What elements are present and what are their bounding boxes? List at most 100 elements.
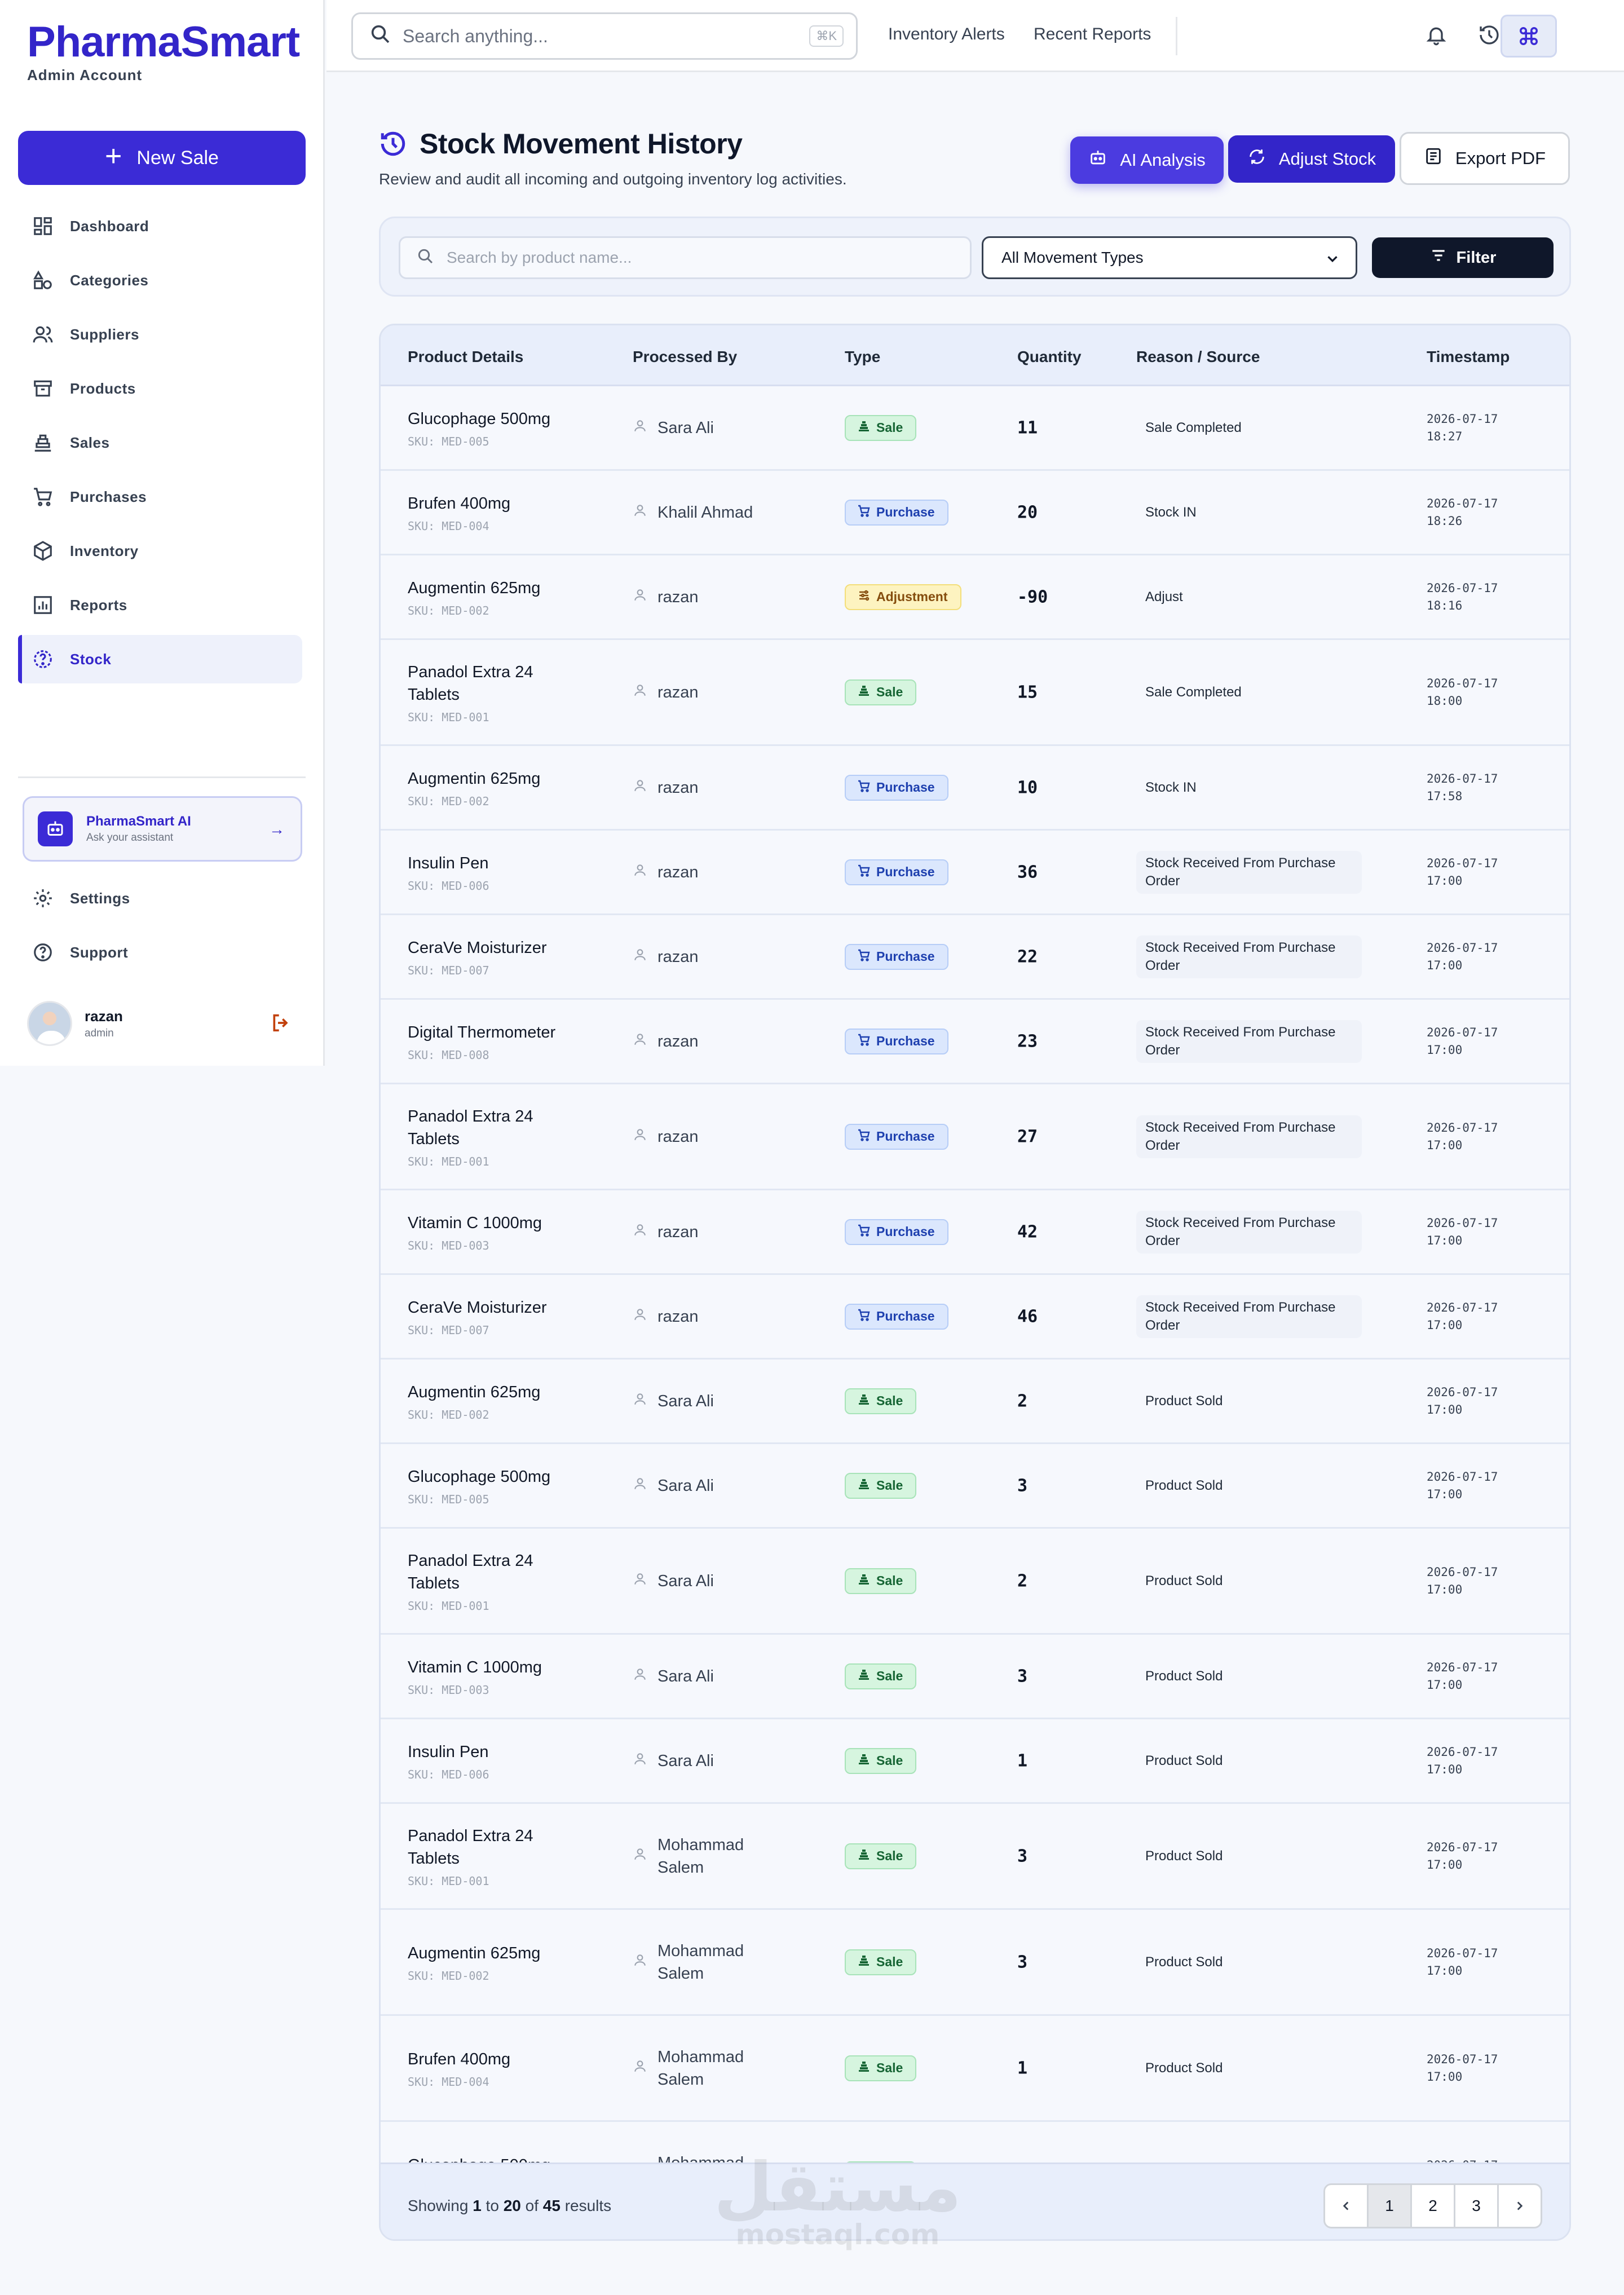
sidebar-item-sales[interactable]: Sales xyxy=(18,418,302,467)
user-icon xyxy=(633,1665,647,1688)
table-row[interactable]: Vitamin C 1000mg SKU: MED-003 razan Purc… xyxy=(381,1190,1569,1275)
table-row[interactable]: CeraVe Moisturizer SKU: MED-007 razan Pu… xyxy=(381,1275,1569,1360)
product-sku: SKU: MED-004 xyxy=(408,519,489,533)
assistant-card[interactable]: PharmaSmart AI Ask your assistant → xyxy=(23,796,302,862)
column-header-processed-by[interactable]: Processed By xyxy=(633,348,737,366)
sidebar-item-categories[interactable]: Categories xyxy=(18,256,302,304)
table-row[interactable]: Panadol Extra 24 Tablets SKU: MED-001 Sa… xyxy=(381,1529,1569,1635)
new-sale-button[interactable]: + New Sale xyxy=(18,131,306,185)
table-row[interactable]: Brufen 400mg SKU: MED-004 Mohammad Salem… xyxy=(381,2016,1569,2122)
processed-by-cell: razan xyxy=(633,776,779,799)
sidebar-item-purchases[interactable]: Purchases xyxy=(18,473,302,521)
table-row[interactable]: Glucophage 500mg SKU: MED-005 Sara Ali S… xyxy=(381,1444,1569,1529)
export-pdf-button[interactable]: Export PDF xyxy=(1400,132,1570,185)
timestamp-cell: 2026-07-17 18:16 xyxy=(1427,580,1498,615)
column-header-reason[interactable]: Reason / Source xyxy=(1136,348,1260,366)
brand-title[interactable]: PharmaSmart xyxy=(27,18,300,67)
table-row[interactable]: Panadol Extra 24 Tablets SKU: MED-001 Mo… xyxy=(381,1804,1569,1910)
table-row[interactable]: Insulin Pen SKU: MED-006 razan Purchase … xyxy=(381,831,1569,915)
timestamp-cell: 2026-07-17 18:26 xyxy=(1427,495,1498,530)
sidebar-item-inventory[interactable]: Inventory xyxy=(18,527,302,575)
sidebar-item-suppliers[interactable]: Suppliers xyxy=(18,310,302,359)
recent-reports-link[interactable]: Recent Reports xyxy=(1034,25,1151,44)
timestamp-date: 2026-07-17 xyxy=(1427,1469,1498,1484)
product-sku: SKU: MED-005 xyxy=(408,1492,489,1506)
history-icon[interactable] xyxy=(1475,20,1504,50)
inventory-alerts-link[interactable]: Inventory Alerts xyxy=(888,25,1005,44)
reports-icon xyxy=(32,594,54,616)
command-icon[interactable] xyxy=(1501,15,1557,58)
table-row[interactable]: Augmentin 625mg SKU: MED-002 razan Purch… xyxy=(381,746,1569,831)
table-row[interactable]: Insulin Pen SKU: MED-006 Sara Ali Sale 1… xyxy=(381,1719,1569,1804)
pdf-icon xyxy=(1424,147,1443,170)
table-row[interactable]: Panadol Extra 24 Tablets SKU: MED-001 ra… xyxy=(381,1084,1569,1190)
table-row[interactable]: Panadol Extra 24 Tablets SKU: MED-001 ra… xyxy=(381,640,1569,746)
user-profile[interactable]: razan admin xyxy=(27,999,292,1048)
product-cell: Panadol Extra 24 Tablets SKU: MED-001 xyxy=(408,1105,577,1168)
page-button-1[interactable]: 1 xyxy=(1367,2183,1412,2228)
table-row[interactable]: Augmentin 625mg SKU: MED-002 Mohammad Sa… xyxy=(381,1910,1569,2016)
processed-by-name: razan xyxy=(657,588,699,606)
processed-by-cell: razan xyxy=(633,946,779,968)
sidebar-item-dashboard[interactable]: Dashboard xyxy=(18,202,302,250)
reason-text: Stock Received From Purchase Order xyxy=(1136,1019,1362,1063)
timestamp-date: 2026-07-17 xyxy=(1427,856,1498,870)
movement-type-select[interactable]: All Movement Types xyxy=(982,236,1357,279)
next-page-button[interactable] xyxy=(1497,2183,1542,2228)
reason-text: Stock Received From Purchase Order xyxy=(1136,1295,1362,1338)
column-header-quantity[interactable]: Quantity xyxy=(1017,348,1082,366)
purchase-icon xyxy=(857,1308,871,1325)
table-row[interactable]: Brufen 400mg SKU: MED-004 Khalil Ahmad P… xyxy=(381,471,1569,555)
sidebar-item-reports[interactable]: Reports xyxy=(18,581,302,629)
column-header-timestamp[interactable]: Timestamp xyxy=(1427,348,1510,366)
table-row[interactable]: Vitamin C 1000mg SKU: MED-003 Sara Ali S… xyxy=(381,1635,1569,1719)
product-cell: Insulin Pen SKU: MED-006 xyxy=(408,1741,577,1781)
timestamp-date: 2026-07-17 xyxy=(1427,1385,1498,1399)
sidebar-item-products[interactable]: Products xyxy=(18,364,302,413)
type-label: Purchase xyxy=(876,1309,935,1323)
user-icon xyxy=(633,1221,647,1243)
bell-icon[interactable] xyxy=(1422,20,1451,50)
topbar-divider xyxy=(1176,17,1177,55)
chevron-right-icon xyxy=(1517,2201,1523,2210)
timestamp-time: 18:00 xyxy=(1427,694,1463,708)
type-label: Sale xyxy=(876,1573,903,1588)
sidebar-item-support[interactable]: Support xyxy=(18,928,302,977)
sidebar-item-label: Support xyxy=(70,943,129,961)
filter-button[interactable]: Filter xyxy=(1372,237,1554,278)
user-icon xyxy=(633,1030,647,1053)
timestamp-date: 2026-07-17 xyxy=(1427,1946,1498,1960)
shortcut-hint: ⌘K xyxy=(809,25,844,47)
quantity-value: 3 xyxy=(1017,1666,1028,1686)
product-name: Panadol Extra 24 Tablets xyxy=(408,1551,533,1592)
sidebar-item-stock[interactable]: Stock xyxy=(18,635,302,683)
ai-analysis-button[interactable]: AI Analysis xyxy=(1070,136,1224,184)
global-search-input[interactable]: Search anything... ⌘K xyxy=(351,12,858,60)
logout-icon[interactable] xyxy=(270,1012,292,1037)
column-header-product[interactable]: Product Details xyxy=(408,348,523,366)
search-icon xyxy=(369,23,391,50)
adjust-stock-button[interactable]: Adjust Stock xyxy=(1228,135,1395,183)
type-cell: Purchase xyxy=(845,1028,948,1054)
table-row[interactable]: CeraVe Moisturizer SKU: MED-007 razan Pu… xyxy=(381,915,1569,1000)
table-row[interactable]: Augmentin 625mg SKU: MED-002 Sara Ali Sa… xyxy=(381,1360,1569,1444)
product-search-input[interactable]: Search by product name... xyxy=(399,236,972,279)
product-cell: Augmentin 625mg SKU: MED-002 xyxy=(408,1942,577,1983)
page-button-3[interactable]: 3 xyxy=(1454,2183,1499,2228)
processed-by-cell: razan xyxy=(633,1305,779,1328)
type-label: Purchase xyxy=(876,780,935,795)
adjustment-icon xyxy=(857,589,871,606)
sidebar-item-settings[interactable]: Settings xyxy=(18,874,302,923)
type-badge-sale: Sale xyxy=(845,1949,917,1975)
table-row[interactable]: Augmentin 625mg SKU: MED-002 razan Adjus… xyxy=(381,555,1569,640)
reason-text: Product Sold xyxy=(1145,1753,1223,1768)
table-row[interactable]: Digital Thermometer SKU: MED-008 razan P… xyxy=(381,1000,1569,1084)
prev-page-button[interactable] xyxy=(1323,2183,1369,2228)
timestamp-cell: 2026-07-17 17:00 xyxy=(1427,1564,1498,1599)
product-sku: SKU: MED-001 xyxy=(408,1599,489,1613)
column-header-type[interactable]: Type xyxy=(845,348,880,366)
timestamp-cell: 2026-07-17 17:00 xyxy=(1427,1744,1498,1778)
page-button-2[interactable]: 2 xyxy=(1410,2183,1455,2228)
timestamp-date: 2026-07-17 xyxy=(1427,1660,1498,1674)
table-row[interactable]: Glucophage 500mg SKU: MED-005 Sara Ali S… xyxy=(381,386,1569,471)
